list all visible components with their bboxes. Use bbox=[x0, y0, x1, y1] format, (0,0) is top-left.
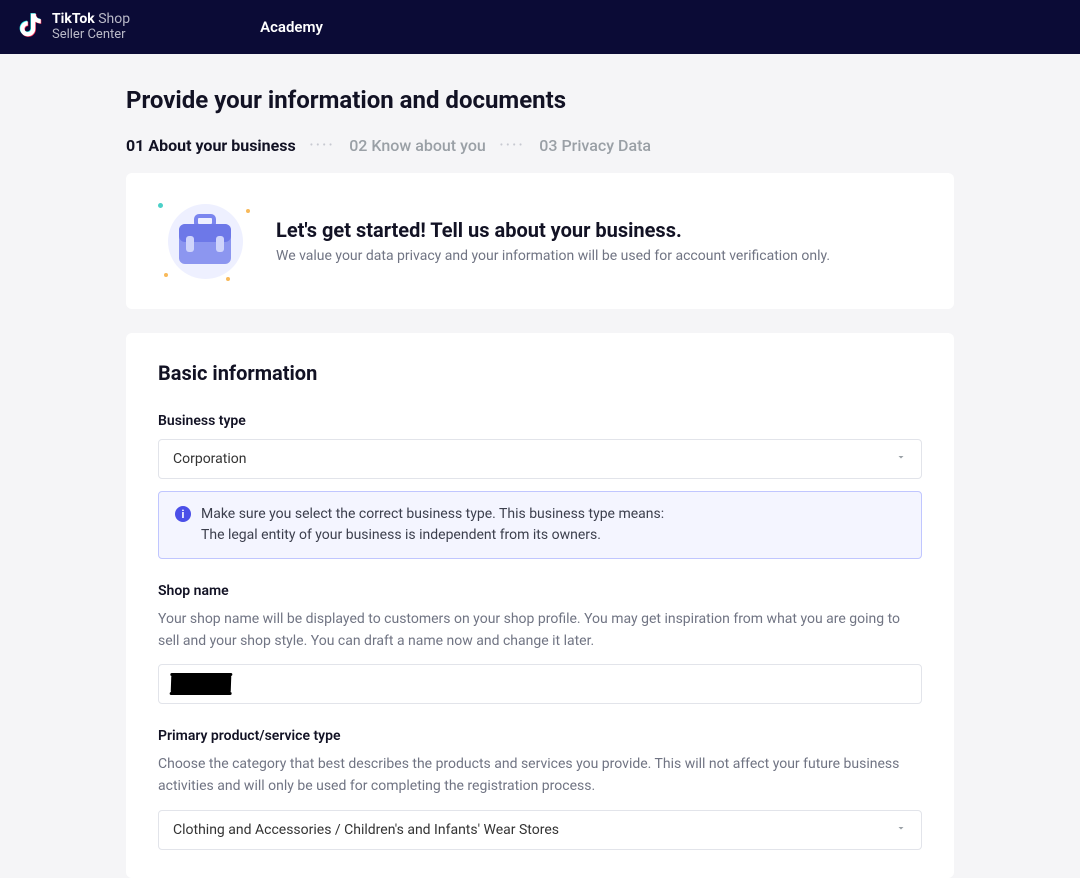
info-line-2: The legal entity of your business is ind… bbox=[201, 525, 664, 546]
intro-subtitle: We value your data privacy and your info… bbox=[276, 248, 830, 264]
business-type-value: Corporation bbox=[173, 451, 246, 467]
brand-subtitle: Seller Center bbox=[52, 28, 130, 42]
intro-title: Let's get started! Tell us about your bu… bbox=[276, 218, 830, 242]
shop-name-group: Shop name Your shop name will be display… bbox=[158, 583, 922, 704]
nav-academy[interactable]: Academy bbox=[260, 18, 323, 36]
briefcase-icon bbox=[175, 214, 235, 268]
brand-shop-word: Shop bbox=[98, 11, 130, 27]
step-1: 01 About your business bbox=[126, 136, 296, 155]
brand-line1: TikTok Shop bbox=[52, 12, 130, 27]
sparkle-icon bbox=[164, 273, 168, 277]
form-card: Basic information Business type Corporat… bbox=[126, 333, 954, 878]
info-line-1: Make sure you select the correct busines… bbox=[201, 504, 664, 525]
intro-card: Let's get started! Tell us about your bu… bbox=[126, 173, 954, 309]
redacted-value bbox=[171, 675, 232, 693]
sparkle-icon bbox=[246, 209, 250, 213]
step-divider: •••• bbox=[500, 140, 526, 151]
step-indicator: 01 About your business •••• 02 Know abou… bbox=[126, 136, 954, 155]
chevron-down-icon bbox=[895, 451, 907, 467]
step-3: 03 Privacy Data bbox=[539, 136, 651, 155]
page-title: Provide your information and documents bbox=[126, 86, 954, 114]
briefcase-illustration bbox=[162, 203, 248, 279]
primary-type-group: Primary product/service type Choose the … bbox=[158, 728, 922, 849]
sparkle-icon bbox=[226, 277, 230, 281]
section-title: Basic information bbox=[158, 361, 922, 385]
primary-type-value: Clothing and Accessories / Children's an… bbox=[173, 822, 559, 838]
business-type-label: Business type bbox=[158, 413, 922, 429]
step-divider: •••• bbox=[310, 140, 336, 151]
brand-name-bold: TikTok bbox=[52, 11, 95, 27]
info-icon: i bbox=[175, 506, 191, 522]
business-type-group: Business type Corporation i Make sure yo… bbox=[158, 413, 922, 559]
shop-name-helper: Your shop name will be displayed to cust… bbox=[158, 609, 922, 652]
primary-type-helper: Choose the category that best describes … bbox=[158, 754, 922, 797]
primary-type-label: Primary product/service type bbox=[158, 728, 922, 744]
business-type-select[interactable]: Corporation bbox=[158, 439, 922, 479]
top-navbar: TikTok Shop Seller Center Academy bbox=[0, 0, 1080, 54]
business-type-info-banner: i Make sure you select the correct busin… bbox=[158, 491, 922, 559]
sparkle-icon bbox=[158, 203, 163, 208]
shop-name-input[interactable] bbox=[158, 664, 922, 704]
tiktok-logo-icon bbox=[18, 10, 44, 44]
primary-type-select[interactable]: Clothing and Accessories / Children's an… bbox=[158, 810, 922, 850]
step-2: 02 Know about you bbox=[349, 136, 486, 155]
main-container: Provide your information and documents 0… bbox=[126, 86, 954, 878]
brand-logo-block[interactable]: TikTok Shop Seller Center bbox=[18, 10, 130, 44]
shop-name-label: Shop name bbox=[158, 583, 922, 599]
chevron-down-icon bbox=[895, 822, 907, 838]
